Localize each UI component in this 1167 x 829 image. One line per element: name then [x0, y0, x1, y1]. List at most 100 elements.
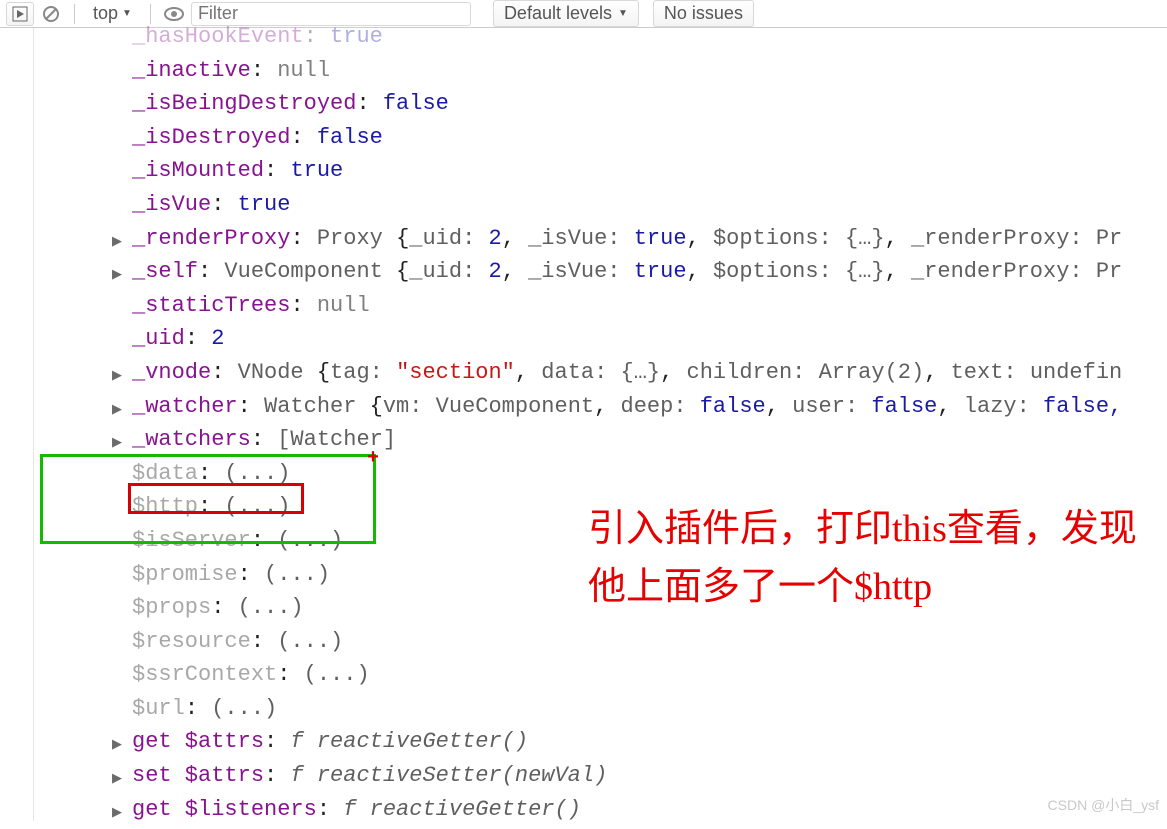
console-property-row[interactable]: _hasHookEvent: true	[34, 20, 1167, 54]
property-key: $props	[132, 595, 211, 620]
property-key: _watchers	[132, 427, 251, 452]
preview-key: _uid:	[409, 259, 488, 284]
console-property-row[interactable]: ▶set $attrs: f reactiveSetter(newVal)	[34, 759, 1167, 793]
preview-value: {…}	[845, 226, 885, 251]
function-icon: f	[290, 729, 316, 754]
type-name: VNode	[238, 360, 317, 385]
console-property-row[interactable]: ▶_watchers: [Watcher]	[34, 423, 1167, 457]
console-property-row[interactable]: _isBeingDestroyed: false	[34, 87, 1167, 121]
getter-ellipsis[interactable]: (...)	[304, 662, 370, 687]
console-output: _hasHookEvent: true_inactive: null_isBei…	[34, 20, 1167, 826]
property-key: $http	[132, 494, 198, 519]
preview-key: children:	[687, 360, 819, 385]
preview-key: _isVue:	[528, 226, 634, 251]
run-icon[interactable]	[6, 2, 34, 26]
preview-value: {…}	[845, 259, 885, 284]
function-icon: f	[343, 797, 369, 822]
getter-ellipsis[interactable]: (...)	[277, 528, 343, 553]
type-name: VueComponent	[224, 259, 396, 284]
property-key: _renderProxy	[132, 226, 290, 251]
property-key: _staticTrees	[132, 293, 290, 318]
getter-ellipsis[interactable]: (...)	[211, 696, 277, 721]
preview-key: $options:	[713, 259, 845, 284]
expand-icon[interactable]: ▶	[112, 393, 122, 427]
property-key: _uid	[132, 326, 185, 351]
console-property-row[interactable]: $data: (...)	[34, 457, 1167, 491]
expand-icon[interactable]: ▶	[112, 762, 122, 796]
property-key: $isServer	[132, 528, 251, 553]
console-property-row[interactable]: $resource: (...)	[34, 625, 1167, 659]
preview-value: 2	[488, 226, 501, 251]
property-key: get $listeners	[132, 797, 317, 822]
console-property-row[interactable]: _staticTrees: null	[34, 289, 1167, 323]
expand-icon[interactable]: ▶	[112, 225, 122, 259]
property-value: false	[317, 125, 383, 150]
expand-icon[interactable]: ▶	[112, 359, 122, 393]
preview-key: _renderProxy:	[911, 259, 1096, 284]
left-gutter	[0, 28, 34, 821]
console-property-row[interactable]: ▶_watcher: Watcher {vm: VueComponent, de…	[34, 390, 1167, 424]
console-property-row[interactable]: _isMounted: true	[34, 154, 1167, 188]
chevron-down-icon: ▼	[618, 8, 628, 19]
property-key: _self	[132, 259, 198, 284]
preview-value: Array(2)	[819, 360, 925, 385]
preview-value: "section"	[396, 360, 515, 385]
annotation-text: 引入插件后，打印this查看，发现他上面多了一个$http	[588, 500, 1148, 616]
preview-value: Pr	[1096, 226, 1122, 251]
expand-icon[interactable]: ▶	[112, 796, 122, 829]
preview-key: _renderProxy:	[911, 226, 1096, 251]
preview-value: true	[634, 226, 687, 251]
console-property-row[interactable]: $url: (...)	[34, 692, 1167, 726]
console-property-row[interactable]: ▶_vnode: VNode {tag: "section", data: {……	[34, 356, 1167, 390]
console-property-row[interactable]: ▶get $listeners: f reactiveGetter()	[34, 793, 1167, 827]
getter-ellipsis[interactable]: (...)	[238, 595, 304, 620]
preview-key: vm:	[383, 394, 436, 419]
preview-value: Pr	[1096, 259, 1122, 284]
getter-ellipsis[interactable]: (...)	[224, 494, 290, 519]
preview-key: deep:	[621, 394, 700, 419]
property-key: _isMounted	[132, 158, 264, 183]
type-name: Watcher	[264, 394, 370, 419]
preview-key: _uid:	[409, 226, 488, 251]
console-property-row[interactable]: ▶_renderProxy: Proxy {_uid: 2, _isVue: t…	[34, 222, 1167, 256]
preview-key: text:	[951, 360, 1030, 385]
getter-ellipsis[interactable]: (...)	[224, 461, 290, 486]
property-value: null	[317, 293, 370, 318]
watermark: CSDN @小白_ysf	[1048, 795, 1159, 815]
property-key: $ssrContext	[132, 662, 277, 687]
preview-value: 2	[488, 259, 501, 284]
chevron-down-icon: ▼	[122, 8, 132, 19]
preview-key: user:	[792, 394, 871, 419]
expand-icon[interactable]: ▶	[112, 258, 122, 292]
property-value: true	[290, 158, 343, 183]
property-key: _watcher	[132, 394, 238, 419]
console-property-row[interactable]: _inactive: null	[34, 54, 1167, 88]
preview-value: VueComponent	[436, 394, 594, 419]
console-property-row[interactable]: ▶get $attrs: f reactiveGetter()	[34, 725, 1167, 759]
console-property-row[interactable]: _isVue: true	[34, 188, 1167, 222]
red-plus-annotation: +	[367, 447, 379, 470]
preview-value: false	[871, 394, 937, 419]
property-value: false	[383, 91, 449, 116]
function-name: reactiveGetter()	[370, 797, 581, 822]
preview-key: $options:	[713, 226, 845, 251]
property-key: _hasHookEvent	[132, 24, 304, 49]
console-property-row[interactable]: ▶_self: VueComponent {_uid: 2, _isVue: t…	[34, 255, 1167, 289]
property-key: $resource	[132, 629, 251, 654]
console-property-row[interactable]: _isDestroyed: false	[34, 121, 1167, 155]
function-name: reactiveSetter(newVal)	[317, 763, 607, 788]
getter-ellipsis[interactable]: (...)	[277, 629, 343, 654]
expand-icon[interactable]: ▶	[112, 728, 122, 762]
expand-icon[interactable]: ▶	[112, 426, 122, 460]
property-value: 2	[211, 326, 224, 351]
preview-value: true	[634, 259, 687, 284]
preview-value: false,	[1043, 394, 1122, 419]
getter-ellipsis[interactable]: (...)	[264, 562, 330, 587]
preview-key: lazy:	[964, 394, 1043, 419]
property-key: set $attrs	[132, 763, 264, 788]
property-key: get $attrs	[132, 729, 264, 754]
property-value: null	[277, 58, 330, 83]
console-property-row[interactable]: $ssrContext: (...)	[34, 658, 1167, 692]
function-icon: f	[290, 763, 316, 788]
console-property-row[interactable]: _uid: 2	[34, 322, 1167, 356]
